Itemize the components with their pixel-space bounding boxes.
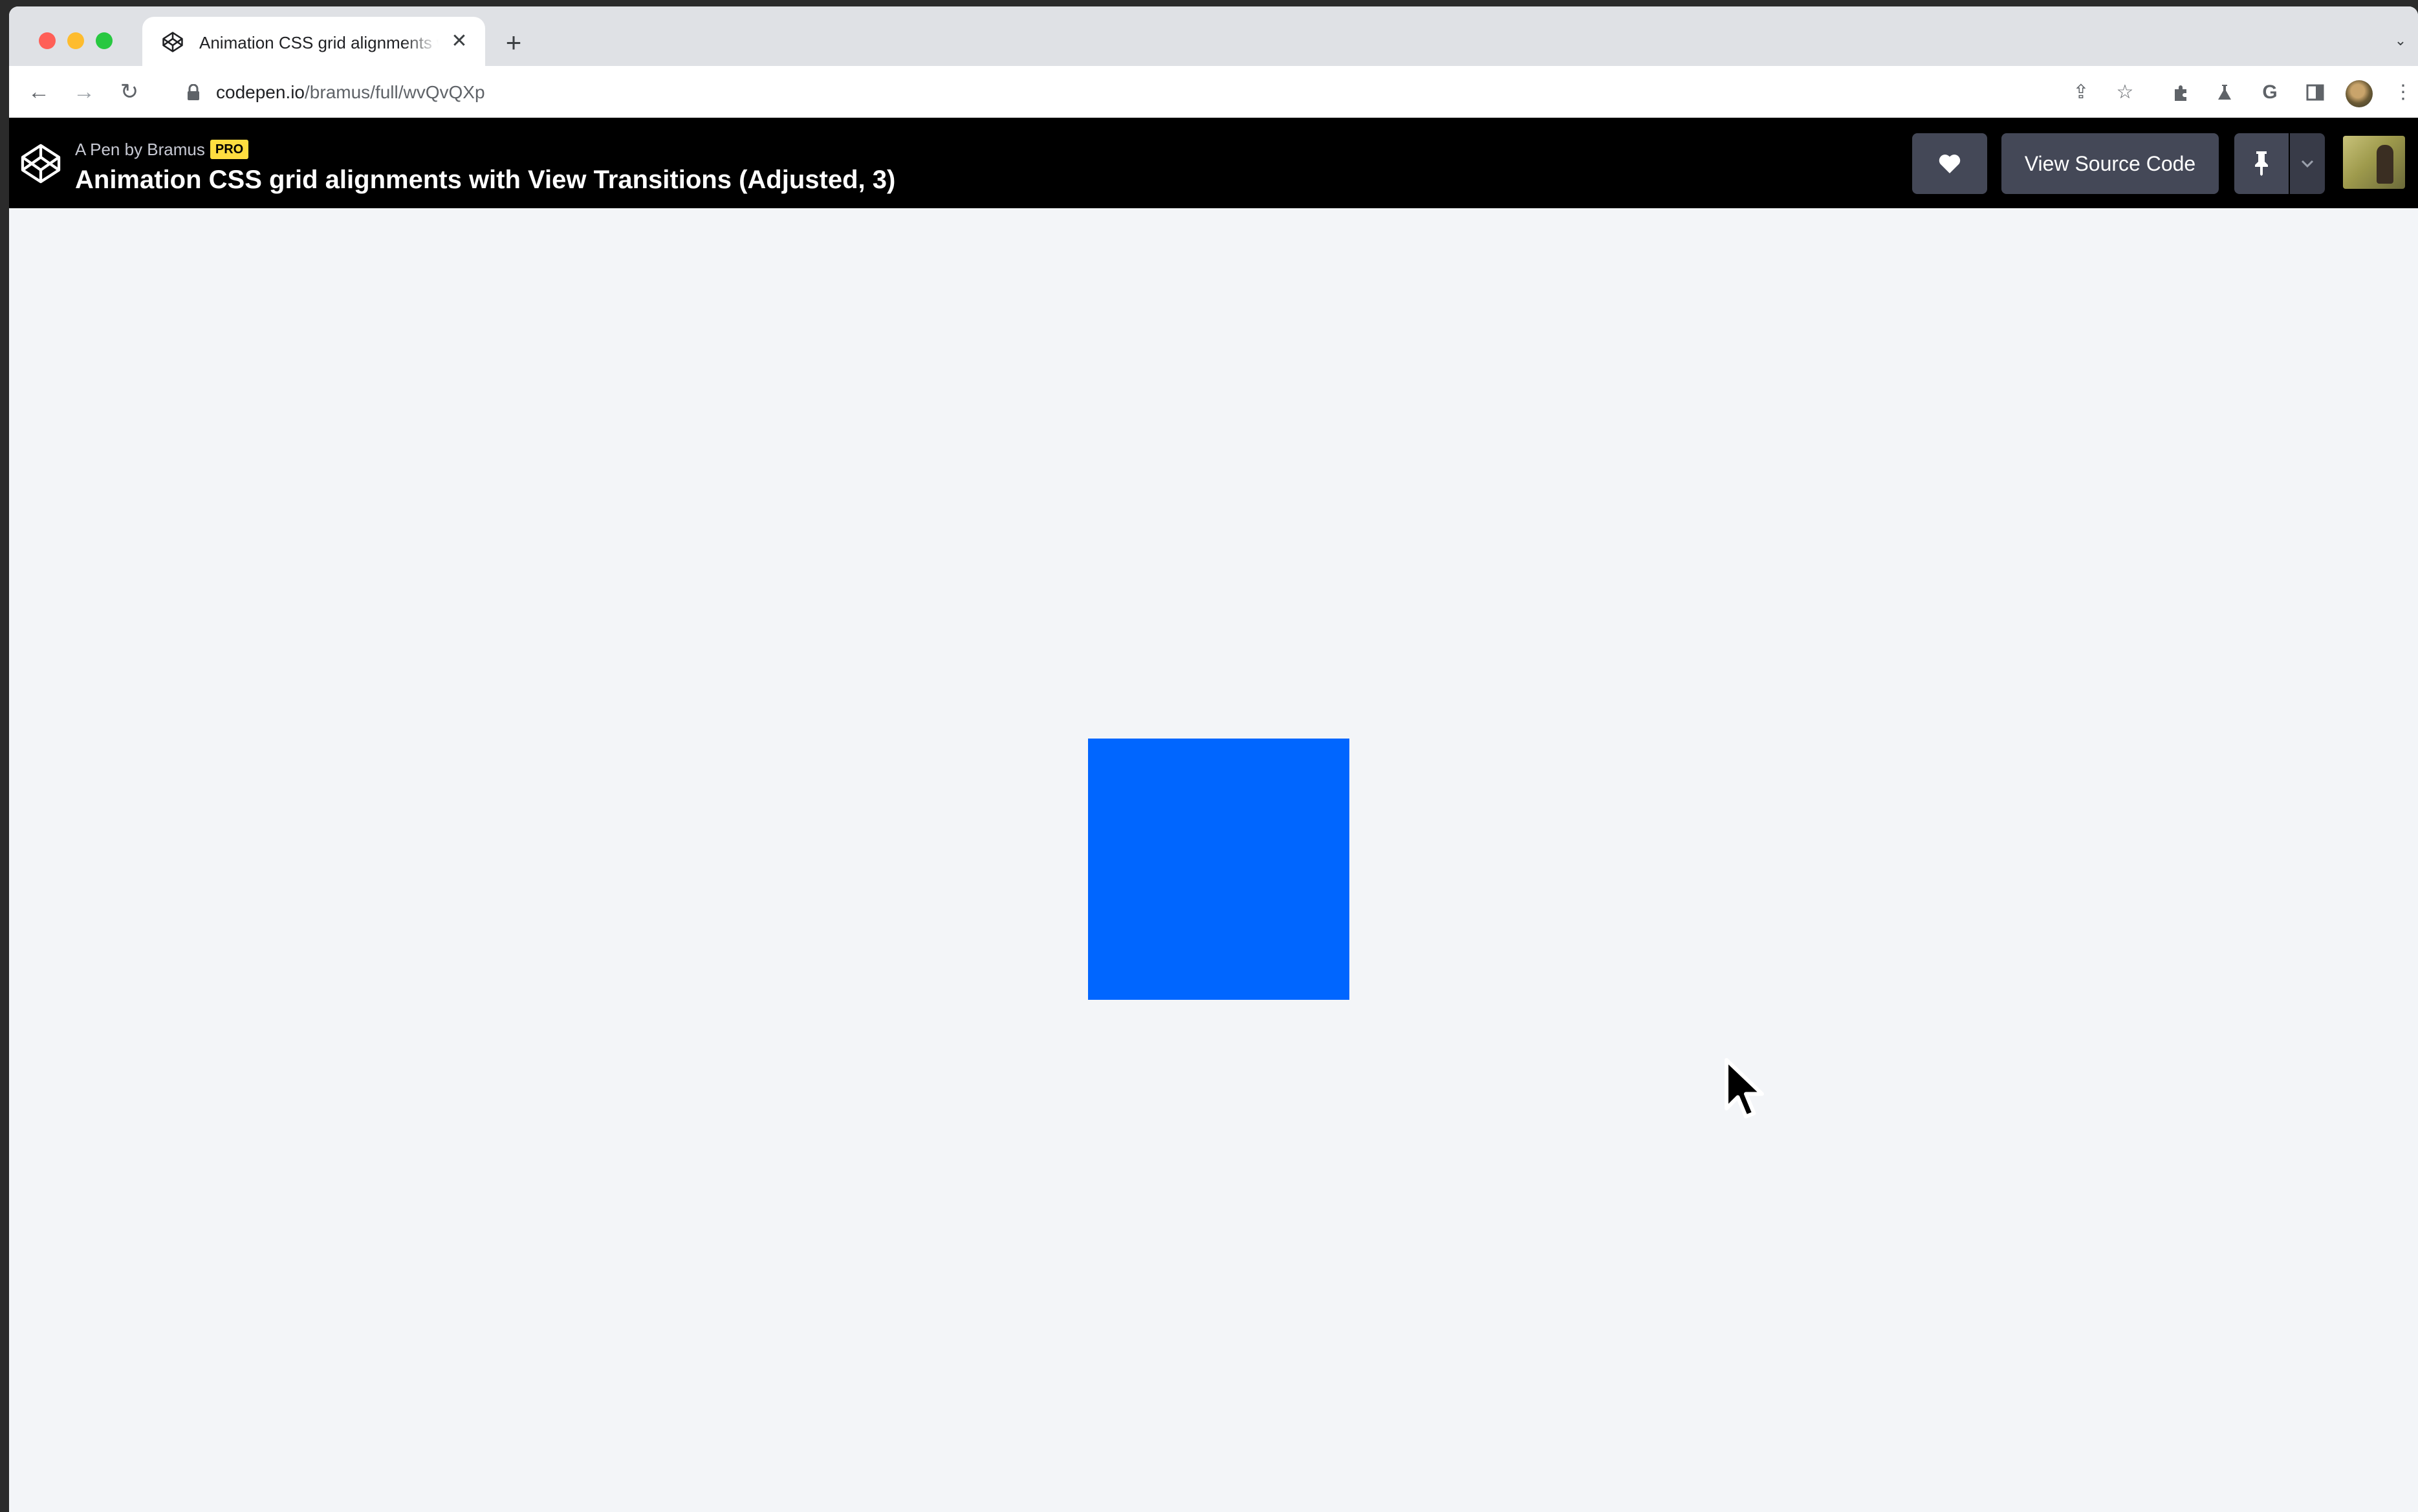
codepen-header: A Pen by Bramus PRO Animation CSS grid al…: [9, 118, 2418, 208]
pen-title: Animation CSS grid alignments with View …: [75, 166, 896, 194]
close-icon[interactable]: ✕: [446, 28, 472, 54]
chevron-down-icon: [2301, 160, 2314, 168]
url-text: codepen.io/bramus/full/wvQvQXp: [216, 81, 485, 103]
view-source-button[interactable]: View Source Code: [2001, 133, 2219, 194]
reload-icon[interactable]: ↻: [114, 76, 145, 107]
window-minimize-button[interactable]: [67, 32, 84, 49]
tab-strip: Animation CSS grid alignments with View …: [9, 6, 2418, 66]
forward-arrow-icon[interactable]: →: [69, 76, 100, 107]
profile-avatar[interactable]: [2346, 80, 2373, 107]
avatar-figure: [2377, 145, 2393, 184]
share-icon[interactable]: ⇪: [2067, 79, 2095, 106]
browser-window: Animation CSS grid alignments with View …: [9, 6, 2418, 1512]
blue-square: [1088, 739, 1349, 1000]
menu-icon[interactable]: ⋮: [2390, 79, 2417, 106]
pin-dropdown-button[interactable]: [2290, 133, 2325, 194]
heart-icon: [1939, 155, 1961, 173]
window-maximize-button[interactable]: [96, 32, 113, 49]
mouse-cursor-icon: [1725, 1058, 1764, 1119]
google-icon[interactable]: G: [2256, 79, 2283, 106]
labs-icon[interactable]: [2211, 79, 2238, 106]
window-close-button[interactable]: [39, 32, 56, 49]
user-avatar[interactable]: [2343, 136, 2405, 189]
author-link[interactable]: A Pen by Bramus: [75, 140, 205, 159]
browser-tab[interactable]: Animation CSS grid alignments with View …: [142, 17, 485, 66]
tab-search-chevron-icon[interactable]: ⌄: [2391, 32, 2410, 49]
codepen-icon: [162, 32, 183, 52]
pin-icon: [2255, 151, 2268, 176]
url-path: /bramus/full/wvQvQXp: [305, 82, 485, 102]
extensions-icon[interactable]: [2167, 79, 2194, 106]
browser-toolbar: ← → ↻ codepen.io/bramus/full/wvQvQXp ⇪ ☆…: [9, 66, 2418, 118]
sidepanel-icon[interactable]: [2302, 79, 2329, 106]
pen-preview: [9, 208, 2418, 1512]
codepen-logo-icon[interactable]: [19, 142, 62, 185]
address-bar[interactable]: codepen.io/bramus/full/wvQvQXp: [167, 74, 2065, 111]
new-tab-button[interactable]: +: [498, 28, 529, 59]
love-button[interactable]: [1912, 133, 1987, 194]
url-domain: codepen.io: [216, 82, 305, 102]
back-arrow-icon[interactable]: ←: [23, 76, 54, 107]
lock-icon: [188, 84, 199, 100]
tab-title: Animation CSS grid alignments with View …: [199, 33, 439, 52]
pro-badge: PRO: [210, 140, 249, 159]
pen-byline: A Pen by Bramus PRO: [75, 140, 249, 159]
pin-button[interactable]: [2234, 133, 2289, 194]
star-icon[interactable]: ☆: [2111, 79, 2139, 106]
